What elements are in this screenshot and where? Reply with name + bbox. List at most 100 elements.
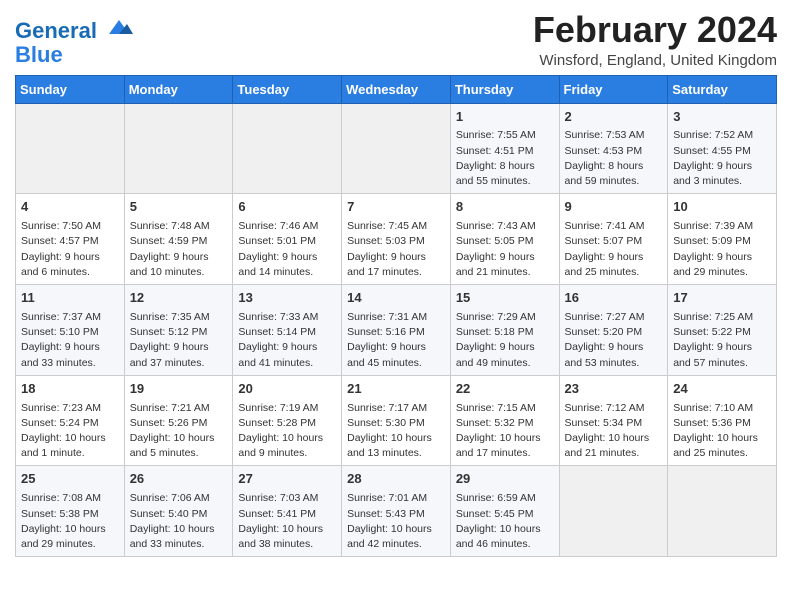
cell-info: Daylight: 10 hours <box>347 522 445 537</box>
cell-info: Daylight: 8 hours <box>456 159 554 174</box>
calendar-cell: 16Sunrise: 7:27 AMSunset: 5:20 PMDayligh… <box>559 285 668 376</box>
cell-info: Sunrise: 7:31 AM <box>347 310 445 325</box>
calendar-cell: 18Sunrise: 7:23 AMSunset: 5:24 PMDayligh… <box>16 375 125 466</box>
calendar-cell <box>124 103 233 194</box>
cell-info: Sunrise: 7:06 AM <box>130 491 228 506</box>
cell-info: Sunset: 5:12 PM <box>130 325 228 340</box>
cell-info: and 33 minutes. <box>21 356 119 371</box>
cell-info: Daylight: 10 hours <box>673 431 771 446</box>
cell-info: Daylight: 10 hours <box>130 431 228 446</box>
cell-info: Daylight: 10 hours <box>238 522 336 537</box>
cell-info: Sunset: 5:01 PM <box>238 234 336 249</box>
cell-info: Sunset: 4:55 PM <box>673 144 771 159</box>
cell-info: and 46 minutes. <box>456 537 554 552</box>
cell-info: and 29 minutes. <box>21 537 119 552</box>
cell-info: Sunset: 5:43 PM <box>347 507 445 522</box>
calendar-cell: 15Sunrise: 7:29 AMSunset: 5:18 PMDayligh… <box>450 285 559 376</box>
cell-info: Daylight: 9 hours <box>456 340 554 355</box>
cell-info: Sunset: 4:57 PM <box>21 234 119 249</box>
cell-info: and 38 minutes. <box>238 537 336 552</box>
day-number: 19 <box>130 380 228 399</box>
cell-info: Sunset: 5:18 PM <box>456 325 554 340</box>
calendar-cell: 11Sunrise: 7:37 AMSunset: 5:10 PMDayligh… <box>16 285 125 376</box>
cell-info: Sunset: 5:10 PM <box>21 325 119 340</box>
cell-info: Sunset: 5:32 PM <box>456 416 554 431</box>
calendar-cell: 25Sunrise: 7:08 AMSunset: 5:38 PMDayligh… <box>16 466 125 557</box>
cell-info: and 17 minutes. <box>456 446 554 461</box>
calendar-cell: 27Sunrise: 7:03 AMSunset: 5:41 PMDayligh… <box>233 466 342 557</box>
cell-info: Sunset: 5:26 PM <box>130 416 228 431</box>
cell-info: and 41 minutes. <box>238 356 336 371</box>
day-number: 1 <box>456 108 554 127</box>
day-number: 24 <box>673 380 771 399</box>
cell-info: and 5 minutes. <box>130 446 228 461</box>
cell-info: and 45 minutes. <box>347 356 445 371</box>
cell-info: Daylight: 10 hours <box>21 431 119 446</box>
cell-info: Daylight: 9 hours <box>347 340 445 355</box>
cell-info: Sunrise: 7:17 AM <box>347 401 445 416</box>
calendar-cell: 20Sunrise: 7:19 AMSunset: 5:28 PMDayligh… <box>233 375 342 466</box>
cell-info: Daylight: 9 hours <box>21 250 119 265</box>
logo: General Blue <box>15 16 133 67</box>
day-number: 4 <box>21 198 119 217</box>
calendar-cell <box>668 466 777 557</box>
cell-info: Sunrise: 7:27 AM <box>565 310 663 325</box>
cell-info: Sunrise: 7:35 AM <box>130 310 228 325</box>
cell-info: Sunset: 4:59 PM <box>130 234 228 249</box>
cell-info: and 37 minutes. <box>130 356 228 371</box>
cell-info: and 14 minutes. <box>238 265 336 280</box>
cell-info: Daylight: 9 hours <box>130 250 228 265</box>
calendar-cell: 21Sunrise: 7:17 AMSunset: 5:30 PMDayligh… <box>342 375 451 466</box>
calendar-cell: 24Sunrise: 7:10 AMSunset: 5:36 PMDayligh… <box>668 375 777 466</box>
day-number: 3 <box>673 108 771 127</box>
cell-info: and 55 minutes. <box>456 174 554 189</box>
cell-info: Sunrise: 7:48 AM <box>130 219 228 234</box>
cell-info: Sunrise: 7:12 AM <box>565 401 663 416</box>
cell-info: Daylight: 10 hours <box>130 522 228 537</box>
calendar-cell: 29Sunrise: 6:59 AMSunset: 5:45 PMDayligh… <box>450 466 559 557</box>
cell-info: Sunrise: 7:19 AM <box>238 401 336 416</box>
calendar-cell <box>559 466 668 557</box>
cell-info: Daylight: 9 hours <box>21 340 119 355</box>
cell-info: Sunset: 5:22 PM <box>673 325 771 340</box>
calendar-header-row: SundayMondayTuesdayWednesdayThursdayFrid… <box>16 75 777 103</box>
calendar-cell: 14Sunrise: 7:31 AMSunset: 5:16 PMDayligh… <box>342 285 451 376</box>
day-number: 28 <box>347 470 445 489</box>
cell-info: and 17 minutes. <box>347 265 445 280</box>
cell-info: Sunset: 5:09 PM <box>673 234 771 249</box>
calendar-cell: 12Sunrise: 7:35 AMSunset: 5:12 PMDayligh… <box>124 285 233 376</box>
calendar-cell: 23Sunrise: 7:12 AMSunset: 5:34 PMDayligh… <box>559 375 668 466</box>
calendar-cell: 28Sunrise: 7:01 AMSunset: 5:43 PMDayligh… <box>342 466 451 557</box>
cell-info: Sunrise: 7:37 AM <box>21 310 119 325</box>
cell-info: Daylight: 9 hours <box>673 159 771 174</box>
day-number: 25 <box>21 470 119 489</box>
cell-info: Sunrise: 7:21 AM <box>130 401 228 416</box>
cell-info: Sunrise: 7:10 AM <box>673 401 771 416</box>
day-number: 16 <box>565 289 663 308</box>
day-number: 8 <box>456 198 554 217</box>
cell-info: Sunset: 5:03 PM <box>347 234 445 249</box>
day-number: 22 <box>456 380 554 399</box>
calendar-cell: 7Sunrise: 7:45 AMSunset: 5:03 PMDaylight… <box>342 194 451 285</box>
week-row-5: 25 Sunrise: 7:08 AMSunset: 5:38 PM Dayligh… <box>16 466 777 557</box>
cell-info: Sunset: 5:07 PM <box>565 234 663 249</box>
logo-line1: General <box>15 18 97 43</box>
cell-info: Sunrise: 7:08 AM <box>21 491 119 506</box>
cell-info: and 1 minute. <box>21 446 119 461</box>
calendar-cell: 4Sunrise: 7:50 AMSunset: 4:57 PMDaylight… <box>16 194 125 285</box>
header-friday: Friday <box>559 75 668 103</box>
header-monday: Monday <box>124 75 233 103</box>
week-row-4: 18Sunrise: 7:23 AMSunset: 5:24 PMDayligh… <box>16 375 777 466</box>
month-title: February 2024 <box>533 10 777 50</box>
cell-info: Daylight: 9 hours <box>130 340 228 355</box>
cell-info: and 3 minutes. <box>673 174 771 189</box>
header-tuesday: Tuesday <box>233 75 342 103</box>
cell-info: Sunset: 5:41 PM <box>238 507 336 522</box>
cell-info: Sunrise: 7:03 AM <box>238 491 336 506</box>
cell-info: Sunrise: 7:39 AM <box>673 219 771 234</box>
cell-info: and 42 minutes. <box>347 537 445 552</box>
cell-info: Daylight: 10 hours <box>565 431 663 446</box>
cell-info: and 25 minutes. <box>673 446 771 461</box>
cell-info: Sunset: 5:38 PM <box>21 507 119 522</box>
cell-info: Daylight: 9 hours <box>456 250 554 265</box>
